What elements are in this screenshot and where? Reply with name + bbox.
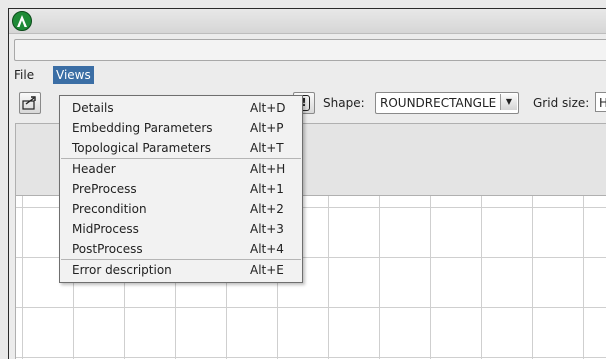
menu-item-header[interactable]: Header Alt+H bbox=[60, 159, 302, 179]
export-button[interactable] bbox=[19, 92, 41, 114]
menu-item-shortcut: Alt+T bbox=[250, 141, 284, 155]
menu-item-midprocess[interactable]: MidProcess Alt+3 bbox=[60, 219, 302, 239]
menu-item-label: PreProcess bbox=[72, 182, 137, 196]
export-arrow-icon bbox=[22, 96, 36, 110]
menu-item-topological-parameters[interactable]: Topological Parameters Alt+T bbox=[60, 138, 302, 158]
menu-item-shortcut: Alt+3 bbox=[250, 222, 284, 236]
menu-item-embedding-parameters[interactable]: Embedding Parameters Alt+P bbox=[60, 118, 302, 138]
menu-item-details[interactable]: Details Alt+D bbox=[60, 98, 302, 118]
menu-item-label: Topological Parameters bbox=[72, 141, 212, 155]
menu-item-shortcut: Alt+2 bbox=[250, 202, 284, 216]
menu-item-label: Precondition bbox=[72, 202, 147, 216]
grid-size-value: H bbox=[599, 96, 606, 110]
menu-item-preprocess[interactable]: PreProcess Alt+1 bbox=[60, 179, 302, 199]
shape-select[interactable]: ROUNDRECTANGLE ▼ bbox=[375, 92, 519, 114]
menu-bar: File Views bbox=[9, 65, 606, 85]
menu-item-error-description[interactable]: Error description Alt+E bbox=[60, 260, 302, 280]
menu-item-label: PostProcess bbox=[72, 242, 143, 256]
menu-item-label: Header bbox=[72, 162, 116, 176]
menu-item-postprocess[interactable]: PostProcess Alt+4 bbox=[60, 239, 302, 259]
shape-select-value: ROUNDRECTANGLE bbox=[380, 96, 497, 110]
menu-item-shortcut: Alt+1 bbox=[250, 182, 284, 196]
menu-item-shortcut: Alt+P bbox=[250, 121, 284, 135]
menu-item-shortcut: Alt+4 bbox=[250, 242, 284, 256]
menu-item-shortcut: Alt+E bbox=[250, 263, 284, 277]
grid-size-label: Grid size: bbox=[533, 96, 590, 110]
app-window: File Views ! Shape: ROUNDRECTANGLE ▼ Gri… bbox=[8, 8, 606, 359]
menu-item-label: Error description bbox=[72, 263, 172, 277]
views-dropdown-menu: Details Alt+D Embedding Parameters Alt+P Top… bbox=[59, 95, 303, 283]
menu-views[interactable]: Views bbox=[53, 66, 94, 84]
address-bar[interactable] bbox=[14, 39, 606, 61]
shape-label: Shape: bbox=[323, 96, 365, 110]
grid-size-select[interactable]: H bbox=[595, 92, 606, 112]
title-bar[interactable] bbox=[9, 9, 606, 34]
menu-item-label: Details bbox=[72, 101, 114, 115]
chevron-down-icon[interactable]: ▼ bbox=[500, 94, 517, 110]
menu-item-label: MidProcess bbox=[72, 222, 139, 236]
menu-item-precondition[interactable]: Precondition Alt+2 bbox=[60, 199, 302, 219]
app-logo-icon[interactable] bbox=[12, 11, 32, 31]
menu-item-label: Embedding Parameters bbox=[72, 121, 213, 135]
menu-item-shortcut: Alt+D bbox=[250, 101, 286, 115]
menu-file[interactable]: File bbox=[11, 66, 37, 84]
menu-item-shortcut: Alt+H bbox=[250, 162, 286, 176]
